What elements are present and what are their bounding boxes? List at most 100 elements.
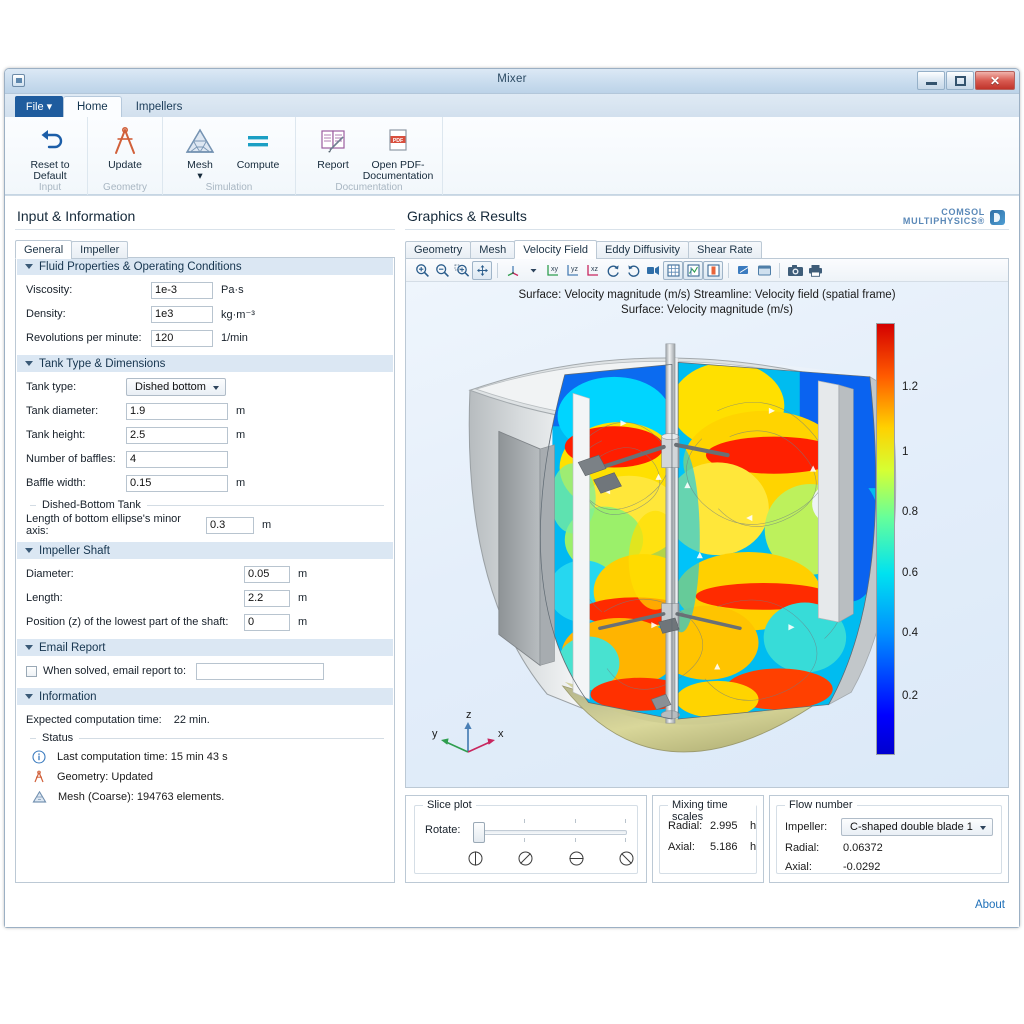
- ribbon-group-label-simulation: Simulation: [205, 182, 253, 193]
- chevron-down-icon[interactable]: [523, 261, 543, 280]
- tank-height-input[interactable]: 2.5: [126, 426, 228, 444]
- density-unit: kg·m⁻³: [221, 308, 255, 321]
- update-geometry-button[interactable]: Update: [96, 121, 154, 171]
- scene-light-icon[interactable]: [643, 261, 663, 280]
- view-xz-icon[interactable]: xz: [583, 261, 603, 280]
- tab-geometry[interactable]: Geometry: [405, 241, 472, 259]
- zoom-out-icon[interactable]: [432, 261, 452, 280]
- window-icon[interactable]: [754, 261, 774, 280]
- rotate-cw-icon[interactable]: [603, 261, 623, 280]
- about-link[interactable]: About: [975, 899, 1005, 911]
- slice-angle-90-icon[interactable]: [467, 850, 484, 867]
- view-yz-icon[interactable]: yz: [563, 261, 583, 280]
- snapshot-camera-icon[interactable]: [785, 261, 805, 280]
- reset-to-default-button[interactable]: Reset to Default: [21, 121, 79, 182]
- tab-mesh[interactable]: Mesh: [470, 241, 516, 259]
- expected-computation-time-label: Expected computation time:: [26, 714, 162, 726]
- tank-type-select[interactable]: Dished bottom: [126, 378, 226, 396]
- section-tank[interactable]: Tank Type & Dimensions: [17, 355, 393, 372]
- slice-plot-box: Slice plot Rotate:: [405, 795, 647, 883]
- minimize-button[interactable]: [917, 71, 945, 90]
- plot-data-icon[interactable]: [683, 260, 703, 280]
- tab-velocity-field[interactable]: Velocity Field: [514, 240, 598, 259]
- zoom-in-icon[interactable]: [412, 261, 432, 280]
- slice-angle-45-icon[interactable]: [517, 850, 534, 867]
- shaft-length-input[interactable]: 2.2: [244, 589, 290, 607]
- graphics-frame: xy yz xz Surface: Velocity magnitude (m/…: [405, 258, 1009, 788]
- rotate-slider-track[interactable]: [473, 830, 627, 835]
- email-report-checkbox[interactable]: [26, 665, 37, 677]
- flow-impeller-select[interactable]: C-shaped double blade 1: [841, 818, 993, 836]
- ribbon-group-documentation: Report PDF Open PDF- Documentation Docum…: [296, 117, 443, 195]
- velocity-field-plot[interactable]: Surface: Velocity magnitude (m/s) Stream…: [406, 282, 1008, 787]
- tab-eddy-diffusivity[interactable]: Eddy Diffusivity: [596, 241, 690, 259]
- tank-height-unit: m: [236, 429, 246, 441]
- ellipse-minor-axis-input[interactable]: 0.3: [206, 516, 254, 534]
- ribbon-tab-home[interactable]: Home: [63, 96, 122, 117]
- shaft-diameter-input[interactable]: 0.05: [244, 565, 290, 583]
- ribbon-body: Reset to Default Input Update Geometry M…: [5, 117, 1019, 195]
- ribbon-tab-impellers[interactable]: Impellers: [122, 96, 197, 117]
- density-input[interactable]: 1e3: [151, 305, 213, 323]
- flow-number-box: Flow number Impeller: C-shaped double bl…: [769, 795, 1009, 883]
- ribbon-tab-strip: File ▾ Home Impellers: [5, 94, 1019, 117]
- title-bar: Mixer ✕: [5, 69, 1019, 94]
- viscosity-input[interactable]: 1e-3: [151, 281, 213, 299]
- impeller-shaft: [665, 343, 676, 724]
- maximize-button[interactable]: [946, 71, 974, 90]
- shaft-position-unit: m: [298, 616, 308, 628]
- section-impeller-shaft-label: Impeller Shaft: [39, 544, 110, 557]
- collapse-triangle-icon: [25, 645, 33, 650]
- rotate-slider[interactable]: [473, 819, 627, 843]
- tank-diameter-input[interactable]: 1.9: [126, 402, 228, 420]
- colorbar-tick-3: 0.8: [902, 506, 918, 519]
- axis-label-z: z: [466, 709, 472, 721]
- comsol-logo: COMSOL MULTIPHYSICS®: [903, 208, 1005, 226]
- section-information[interactable]: Information: [17, 688, 393, 705]
- color-legend-icon[interactable]: [703, 260, 723, 280]
- print-icon[interactable]: [805, 261, 825, 280]
- mesh-dropdown-caret[interactable]: ▾: [197, 170, 202, 182]
- slice-angle-0-icon[interactable]: [568, 850, 585, 867]
- collapse-triangle-icon: [25, 694, 33, 699]
- open-pdf-documentation-button[interactable]: PDF Open PDF- Documentation: [362, 121, 434, 182]
- report-icon: [318, 124, 348, 158]
- shaft-position-input[interactable]: 0: [244, 613, 290, 631]
- section-fluid-properties[interactable]: Fluid Properties & Operating Conditions: [17, 258, 393, 275]
- number-of-baffles-input[interactable]: 4: [126, 450, 228, 468]
- pdf-icon: PDF: [385, 124, 411, 158]
- compute-button[interactable]: Compute: [229, 121, 287, 171]
- baffle-width-input[interactable]: 0.15: [126, 474, 228, 492]
- rotate-ccw-icon[interactable]: [623, 261, 643, 280]
- rpm-input[interactable]: 120: [151, 329, 213, 347]
- axis-label-x: x: [498, 728, 504, 740]
- svg-text:yz: yz: [571, 266, 579, 273]
- shaft-position-label: Position (z) of the lowest part of the s…: [26, 616, 229, 628]
- flow-radial-value: 0.06372: [843, 842, 883, 854]
- colorbar-tick-2: 1: [902, 445, 909, 458]
- grid-icon[interactable]: [663, 260, 683, 280]
- reset-to-default-label-line2: Default: [33, 170, 67, 182]
- transparency-icon[interactable]: [734, 261, 754, 280]
- zoom-extents-icon[interactable]: [472, 260, 492, 280]
- report-button[interactable]: Report: [304, 121, 362, 171]
- tank-type-label: Tank type:: [26, 381, 77, 393]
- view-xy-icon[interactable]: xy: [543, 261, 563, 280]
- section-email-report[interactable]: Email Report: [17, 639, 393, 656]
- mesh-button[interactable]: Mesh ▾: [171, 121, 229, 182]
- colorbar-tick-6: 0.2: [902, 689, 918, 702]
- section-impeller-shaft[interactable]: Impeller Shaft: [17, 542, 393, 559]
- ribbon-group-label-documentation: Documentation: [335, 182, 403, 193]
- slice-angle-135-icon[interactable]: [618, 850, 635, 867]
- mixing-axial-unit: h: [750, 841, 757, 853]
- file-menu-button[interactable]: File ▾: [15, 96, 63, 117]
- tab-general[interactable]: General: [15, 240, 73, 259]
- orientation-axis-icon[interactable]: [503, 261, 523, 280]
- open-pdf-label-line2: Documentation: [362, 170, 434, 182]
- tab-impeller[interactable]: Impeller: [71, 241, 129, 259]
- email-report-input[interactable]: [196, 662, 325, 680]
- zoom-box-icon[interactable]: [452, 261, 472, 280]
- close-button[interactable]: ✕: [975, 71, 1015, 90]
- tab-shear-rate[interactable]: Shear Rate: [688, 241, 762, 259]
- status-subgroup-label: Status: [42, 732, 74, 744]
